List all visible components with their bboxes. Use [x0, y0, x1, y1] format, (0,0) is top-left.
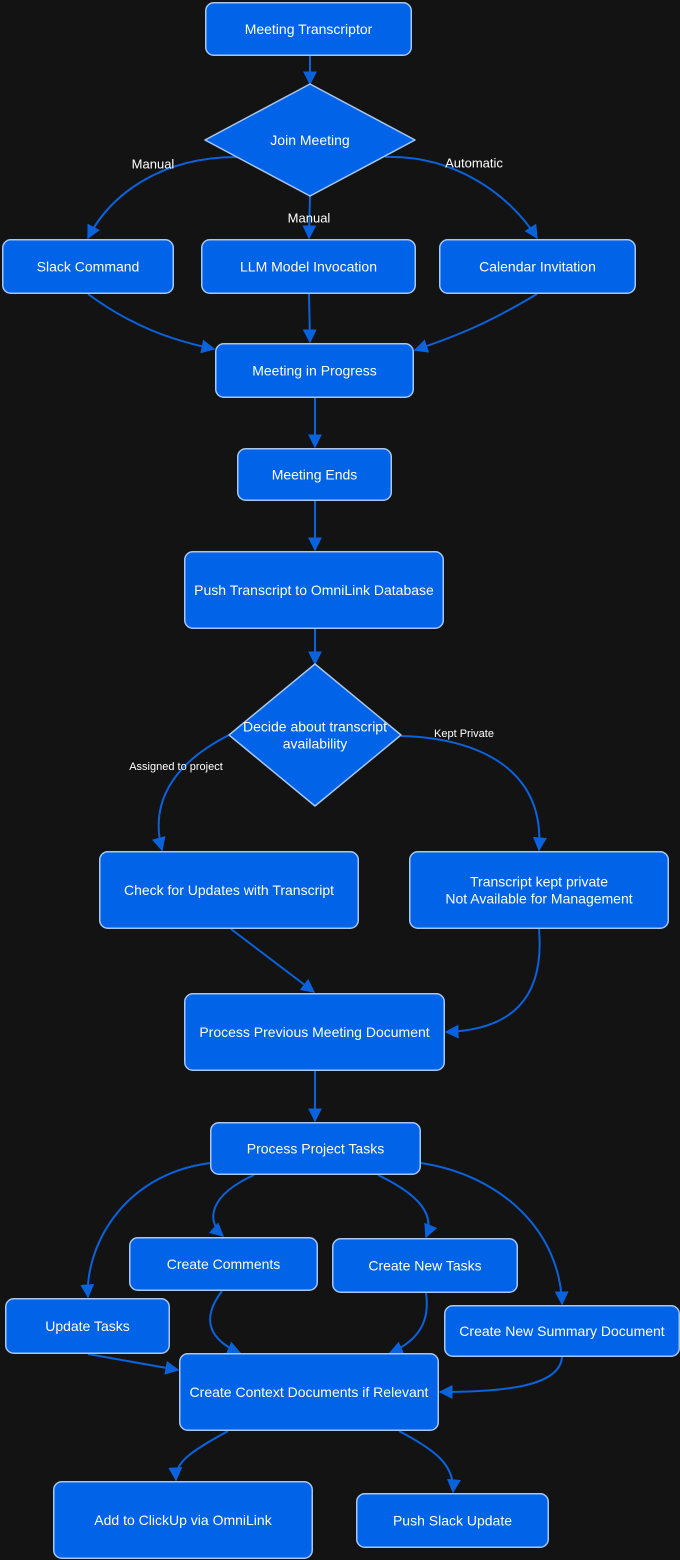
node-decide-availability[interactable]: Decide about transcriptavailability — [228, 663, 402, 807]
node-label: Push Transcript to OmniLink Database — [194, 582, 434, 598]
edge-create-context-to-add-clickup — [168, 1430, 229, 1482]
node-label: Check for Updates with Transcript — [124, 882, 334, 898]
node-meeting-transcriptor[interactable]: Meeting Transcriptor — [205, 2, 412, 56]
node-label: Decide about transcript — [243, 719, 387, 735]
node-label: Join Meeting — [270, 132, 349, 148]
node-label: Create Comments — [167, 1256, 281, 1272]
edge-label: Automatic — [445, 156, 503, 171]
node-kept-private[interactable]: Transcript kept privateNot Available for… — [409, 851, 669, 929]
node-join-meeting[interactable]: Join Meeting — [204, 83, 416, 197]
node-label: Process Previous Meeting Document — [199, 1024, 429, 1040]
node-label: availability — [283, 736, 348, 752]
edge-label: Manual — [288, 211, 331, 226]
node-label: Create Context Documents if Relevant — [190, 1384, 429, 1400]
node-label: Push Slack Update — [393, 1513, 512, 1529]
node-create-comments[interactable]: Create Comments — [129, 1237, 318, 1291]
node-create-new-tasks[interactable]: Create New Tasks — [332, 1238, 518, 1293]
node-create-summary[interactable]: Create New Summary Document — [444, 1305, 680, 1357]
edge-calendar-invitation-to-meeting-in-progress — [413, 293, 538, 353]
node-label: Meeting Ends — [272, 467, 358, 483]
node-label: Not Available for Management — [445, 891, 632, 907]
node-push-transcript[interactable]: Push Transcript to OmniLink Database — [184, 551, 444, 629]
node-push-slack[interactable]: Push Slack Update — [356, 1493, 549, 1548]
edge-kept-private-to-process-prev-doc — [444, 928, 541, 1039]
edge-check-updates-to-process-prev-doc — [230, 928, 316, 993]
node-calendar-invitation[interactable]: Calendar Invitation — [439, 239, 636, 294]
node-slack-command[interactable]: Slack Command — [2, 239, 174, 294]
edge-create-context-to-push-slack — [398, 1430, 461, 1494]
node-label: Process Project Tasks — [247, 1141, 384, 1157]
node-label: Slack Command — [37, 259, 140, 275]
edge-llm-invocation-to-meeting-in-progress — [302, 293, 317, 344]
node-check-updates[interactable]: Check for Updates with Transcript — [99, 851, 359, 929]
edge-create-new-tasks-to-create-context — [388, 1292, 428, 1355]
node-process-prev-doc[interactable]: Process Previous Meeting Document — [184, 993, 445, 1071]
node-label: Update Tasks — [45, 1318, 130, 1334]
node-label: Add to ClickUp via OmniLink — [94, 1512, 272, 1528]
node-label: Transcript kept private — [470, 874, 608, 890]
node-process-tasks[interactable]: Process Project Tasks — [210, 1122, 421, 1175]
node-meeting-ends[interactable]: Meeting Ends — [237, 448, 392, 501]
node-create-context[interactable]: Create Context Documents if Relevant — [179, 1353, 439, 1431]
node-label: Create New Summary Document — [459, 1323, 665, 1339]
node-meeting-in-progress[interactable]: Meeting in Progress — [215, 343, 414, 398]
edge-update-tasks-to-create-context — [87, 1353, 180, 1375]
node-label: Meeting in Progress — [252, 363, 377, 379]
edge-label: Kept Private — [434, 728, 494, 740]
edge-process-tasks-to-create-comments — [208, 1174, 255, 1237]
node-label: Create New Tasks — [368, 1258, 481, 1274]
node-add-clickup[interactable]: Add to ClickUp via OmniLink — [53, 1481, 313, 1559]
flowchart-diagram: Meeting Transcriptor Join Meeting Slack Co… — [2, 2, 680, 1559]
node-label: Meeting Transcriptor — [245, 21, 373, 37]
edge-create-summary-to-create-context — [438, 1356, 563, 1399]
nodes-layer: Meeting Transcriptor Join Meeting Slack Co… — [2, 2, 680, 1559]
edge-create-comments-to-create-context — [209, 1290, 242, 1355]
edge-label: Assigned to project — [129, 761, 223, 773]
node-llm-invocation[interactable]: LLM Model Invocation — [201, 239, 416, 294]
edge-slack-command-to-meeting-in-progress — [87, 293, 216, 354]
node-label: Calendar Invitation — [479, 259, 596, 275]
node-update-tasks[interactable]: Update Tasks — [5, 1298, 170, 1354]
edge-process-tasks-to-create-new-tasks — [377, 1174, 438, 1239]
edge-decide-availability-to-kept-private — [400, 735, 547, 852]
edge-decide-availability-to-check-updates — [151, 734, 230, 852]
edge-label: Manual — [132, 157, 175, 172]
node-label: LLM Model Invocation — [240, 259, 377, 275]
